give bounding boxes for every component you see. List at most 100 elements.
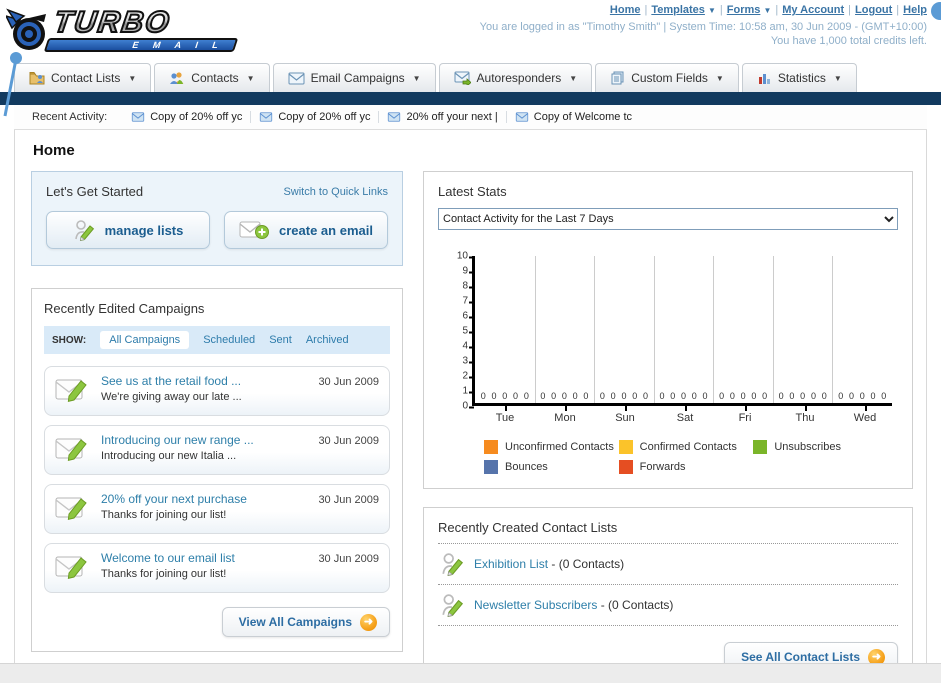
chevron-down-icon: ▼ [715, 73, 724, 83]
envelope-icon [515, 112, 528, 122]
campaign-title-link[interactable]: See us at the retail food ... [101, 374, 308, 388]
nav-link-logout[interactable]: Logout [855, 4, 892, 16]
tab-custom-fields[interactable]: Custom Fields ▼ [595, 63, 739, 92]
nav-link-forms[interactable]: Forms [727, 4, 761, 16]
contact-list-item[interactable]: Newsletter Subscribers - (0 Contacts) [438, 585, 898, 626]
chart-plot-area: 0 1 2 3 4 5 6 7 8 9 10 0 0 0 0 0 0 0 0 0 0 0 0 0 0 0 0 0 0 0 0 0 0 0 0 0 0 0 0… [457, 251, 892, 412]
chart-gridline [653, 256, 655, 403]
campaigns-panel-title: Recently Edited Campaigns [44, 301, 205, 316]
nav-link-help[interactable]: Help [903, 4, 927, 16]
view-all-campaigns-label: View All Campaigns [238, 615, 352, 629]
campaign-subtitle: We're giving away our late ... [101, 391, 242, 403]
chart-value-labels-Sat: 00000 [659, 391, 708, 401]
contact-list-count: - (0 Contacts) [551, 557, 625, 571]
recent-activity-label: Recent Activity: [32, 111, 108, 123]
filter-archived[interactable]: Archived [306, 334, 349, 346]
tab-label: Contact Lists [51, 71, 121, 85]
chevron-down-icon: ▼ [412, 73, 421, 83]
filter-sent[interactable]: Sent [269, 334, 292, 346]
y-axis-tick: 10 [457, 251, 475, 262]
y-axis-tick: 4 [462, 341, 475, 352]
envelope-pencil-icon [55, 379, 87, 403]
contact-lists-panel-title: Recently Created Contact Lists [438, 520, 898, 544]
chevron-down-icon: ▼ [569, 73, 578, 83]
x-axis-label-sat: Sat [655, 406, 715, 424]
recently-created-contact-lists-panel: Recently Created Contact Lists Exhibitio… [423, 507, 913, 683]
campaign-subtitle: Thanks for joining our list! [101, 568, 227, 580]
tab-contact-lists[interactable]: Contact Lists ▼ [14, 63, 152, 92]
campaign-title-link[interactable]: Welcome to our email list [101, 551, 308, 565]
campaign-item[interactable]: See us at the retail food ... We're givi… [44, 366, 390, 416]
campaign-subtitle: Introducing our new Italia ... [101, 450, 237, 462]
envelope-pencil-icon [55, 497, 87, 521]
y-axis-tick: 7 [462, 296, 475, 307]
nav-link-templates[interactable]: Templates [651, 4, 705, 16]
y-axis-tick: 5 [462, 326, 475, 337]
filter-all-campaigns[interactable]: All Campaigns [100, 331, 190, 349]
tab-contacts[interactable]: Contacts ▼ [154, 63, 270, 92]
logo-text: TURBO [48, 5, 177, 40]
chart-gridline [594, 256, 596, 403]
recently-edited-campaigns-panel: Recently Edited Campaigns SHOW: All Camp… [31, 288, 403, 652]
legend-swatch-icon [618, 440, 633, 454]
campaign-filter-bar: SHOW: All Campaigns Scheduled Sent Archi… [44, 326, 390, 354]
x-axis-label-wed: Wed [835, 406, 895, 424]
x-axis-label-thu: Thu [775, 406, 835, 424]
chart-gridline [772, 256, 774, 403]
nav-link-home[interactable]: Home [610, 4, 641, 16]
switch-quick-links-link[interactable]: Switch to Quick Links [283, 186, 388, 198]
envelope-icon [260, 112, 273, 122]
contact-list-link[interactable]: Newsletter Subscribers [474, 598, 597, 612]
contact-list-item[interactable]: Exhibition List - (0 Contacts) [438, 544, 898, 585]
header-right: Home | Templates ▼ | Forms ▼ | My Account | Logo… [480, 4, 927, 47]
campaign-item[interactable]: Introducing our new range ... Introducin… [44, 425, 390, 475]
campaign-title-link[interactable]: 20% off your next purchase [101, 492, 308, 506]
campaign-title-link[interactable]: Introducing our new range ... [101, 433, 308, 447]
create-email-button[interactable]: create an email [224, 211, 388, 249]
people-icon [170, 72, 184, 84]
tab-label: Statistics [777, 71, 826, 85]
envelope-icon [132, 112, 145, 122]
y-axis-tick: 9 [462, 266, 475, 277]
recent-activity-item[interactable]: 20% off your next | [379, 111, 507, 123]
campaign-item[interactable]: Welcome to our email list Thanks for joi… [44, 543, 390, 593]
turbo-email-logo: TURBO E M A I L [6, 5, 256, 54]
navy-divider-bar [0, 92, 941, 105]
legend-swatch-icon [753, 440, 768, 454]
stats-report-select[interactable]: Contact Activity for the Last 7 Days [438, 208, 898, 230]
credits-text: You have 1,000 total credits left. [770, 35, 927, 47]
chevron-down-icon: ▼ [246, 73, 255, 83]
legend-swatch-icon [484, 440, 498, 454]
legend-swatch-icon [484, 460, 498, 474]
recent-activity-item[interactable]: Copy of 20% off yc [123, 111, 252, 123]
recent-activity-item[interactable]: Copy of Welcome tc [507, 111, 640, 123]
turbo-email-app: TURBO E M A I L Home | Templates ▼ | Forms ▼… [0, 0, 941, 683]
logo-email-bar: E M A I L [43, 38, 239, 52]
view-all-campaigns-button[interactable]: View All Campaigns ➜ [221, 607, 390, 637]
tab-email-campaigns[interactable]: Email Campaigns ▼ [272, 63, 436, 92]
recent-activity-item[interactable]: Copy of 20% off yc [251, 111, 380, 123]
chart-value-labels-Fri: 00000 [719, 391, 768, 401]
recent-activity-bar: Recent Activity: Copy of 20% off yc Copy… [14, 105, 927, 130]
filter-scheduled[interactable]: Scheduled [203, 334, 255, 346]
tab-autoresponders[interactable]: Autoresponders ▼ [438, 63, 593, 92]
tab-statistics[interactable]: Statistics ▼ [741, 63, 857, 92]
campaign-item[interactable]: 20% off your next purchase Thanks for jo… [44, 484, 390, 534]
envelope-plus-icon [239, 221, 270, 239]
annotation-callout-dot [931, 2, 941, 20]
legend-item: Confirmed Contacts [618, 440, 750, 454]
contact-activity-chart: 0 1 2 3 4 5 6 7 8 9 10 0 0 0 0 0 0 0 0 0 0 0 0 0 0 0 0 0 0 0 0 0 0 0 0 0 0 0 0… [444, 251, 895, 474]
campaign-date: 30 Jun 2009 [318, 435, 379, 447]
manage-lists-button[interactable]: manage lists [46, 211, 210, 249]
y-axis-tick: 1 [462, 386, 475, 397]
contact-list-link[interactable]: Exhibition List [474, 557, 548, 571]
latest-stats-panel: Latest Stats Contact Activity for the La… [423, 171, 913, 489]
nav-link-my-account[interactable]: My Account [782, 4, 844, 16]
folder-contact-icon [29, 72, 45, 85]
contact-list-count: - (0 Contacts) [600, 598, 674, 612]
chart-x-axis-labels: Tue Mon Sun Sat Fri Thu Wed [475, 406, 895, 424]
chevron-down-icon: ▼ [833, 73, 842, 83]
page-title: Home [33, 142, 75, 159]
chart-gridline [534, 256, 536, 403]
legend-item: Forwards [618, 460, 750, 474]
